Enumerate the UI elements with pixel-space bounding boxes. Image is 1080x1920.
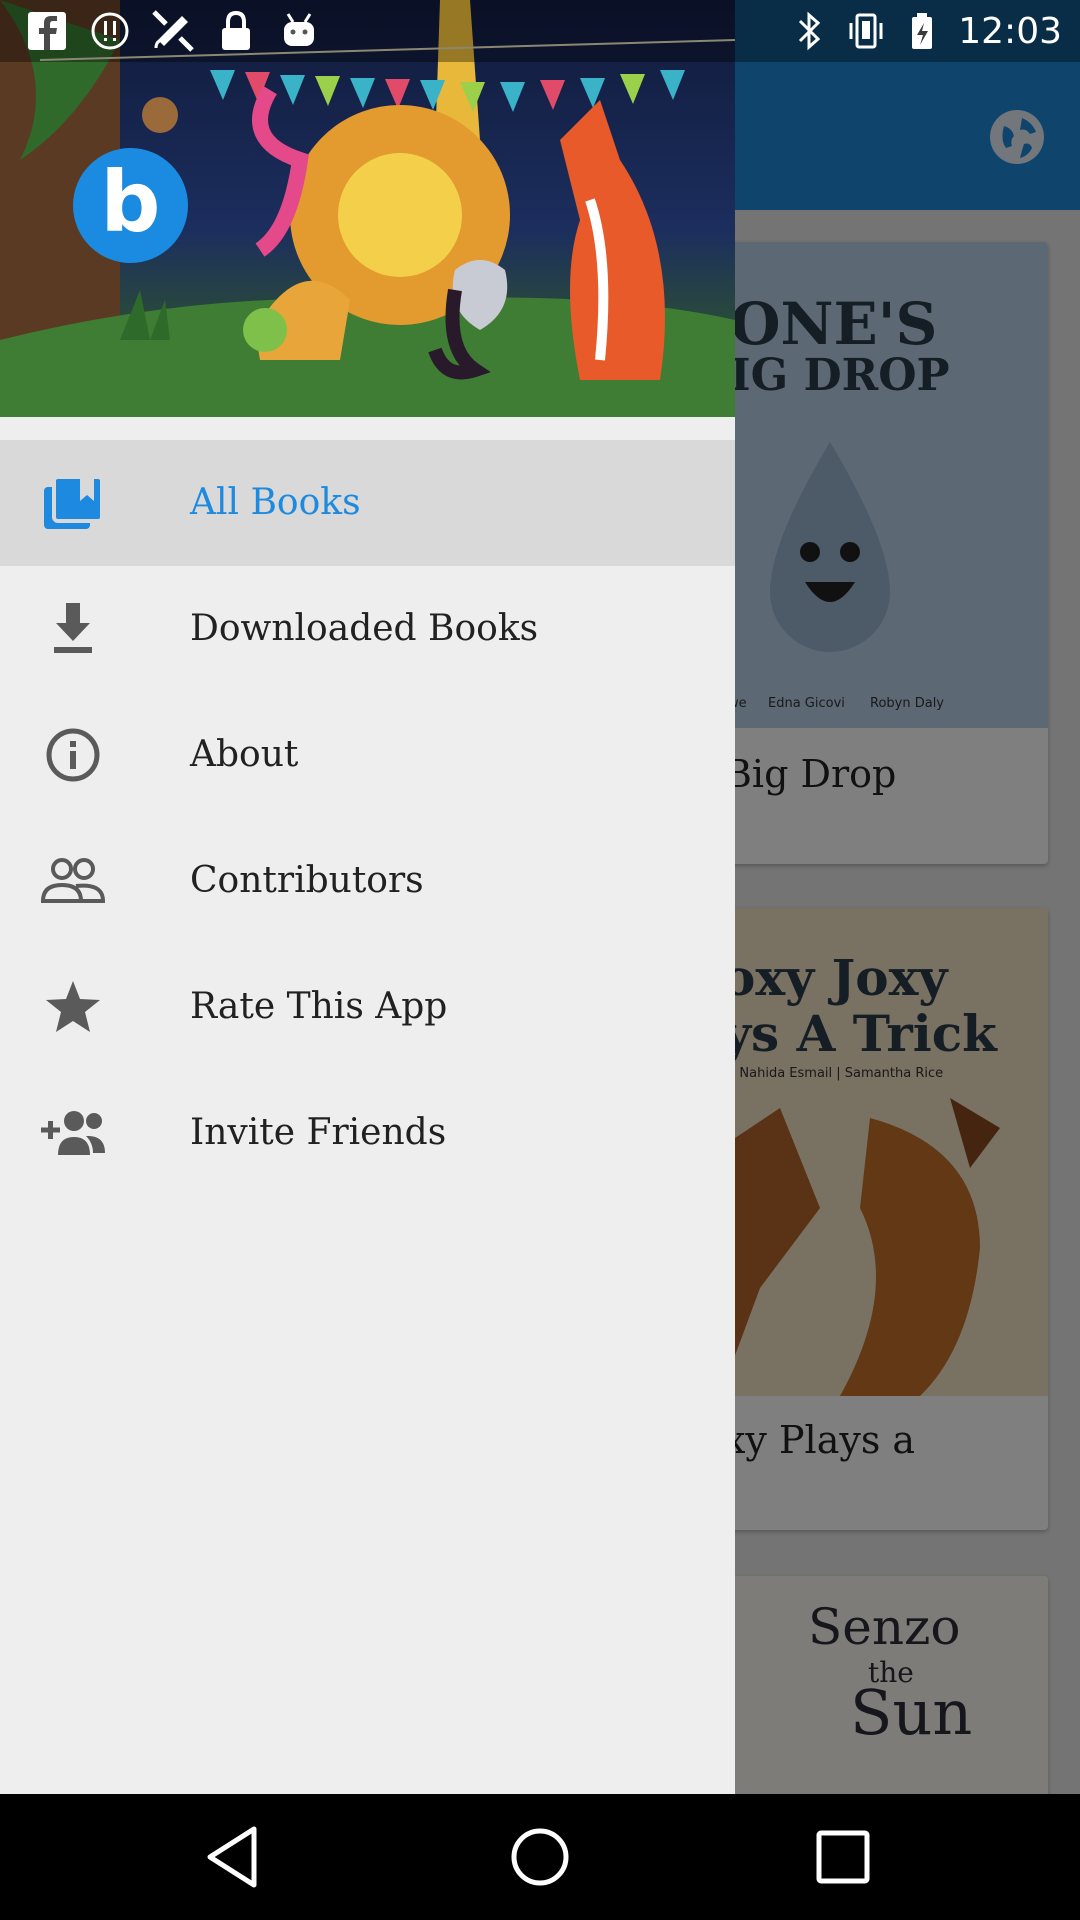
drawer-item-contributors[interactable]: Contributors — [0, 818, 735, 944]
drawer-item-downloaded-books[interactable]: Downloaded Books — [0, 566, 735, 692]
drawer-item-label: All Books — [190, 482, 361, 523]
battery-icon — [912, 13, 933, 49]
app-logo: b — [73, 148, 188, 263]
vibrate-icon — [849, 13, 883, 49]
alert-icon — [91, 12, 129, 50]
people-icon — [40, 853, 106, 909]
group-add-icon — [40, 1105, 106, 1161]
satellite-icon — [152, 10, 194, 52]
library-books-icon — [40, 475, 106, 531]
download-icon — [40, 601, 106, 657]
drawer-item-about[interactable]: About — [0, 692, 735, 818]
status-bar: 12:03 — [0, 0, 1080, 62]
back-icon — [207, 1826, 257, 1888]
facebook-icon — [28, 12, 66, 50]
drawer-item-label: Downloaded Books — [190, 608, 539, 649]
drawer-item-rate-this-app[interactable]: Rate This App — [0, 944, 735, 1070]
bluetooth-icon — [799, 11, 821, 51]
drawer-item-label: Rate This App — [190, 986, 448, 1027]
system-nav-bar — [0, 1794, 1080, 1920]
back-button[interactable] — [196, 1817, 276, 1897]
home-icon — [511, 1828, 569, 1886]
status-time: 12:03 — [958, 10, 1062, 52]
home-button[interactable] — [500, 1817, 580, 1897]
recents-button[interactable] — [803, 1817, 883, 1897]
recents-icon — [816, 1830, 870, 1884]
star-icon — [40, 979, 106, 1035]
drawer-item-label: About — [190, 734, 299, 775]
drawer-item-label: Contributors — [190, 860, 424, 901]
info-icon — [40, 727, 106, 783]
lock-icon — [222, 10, 251, 50]
drawer-header-image: b — [0, 0, 735, 417]
android-icon — [284, 13, 315, 46]
drawer-menu: All Books Downloaded Books About Contrib… — [0, 440, 735, 1196]
drawer-item-label: Invite Friends — [190, 1112, 447, 1153]
drawer-item-invite-friends[interactable]: Invite Friends — [0, 1070, 735, 1196]
navigation-drawer: b All Books Downloaded Books About Contr… — [0, 0, 735, 1794]
drawer-item-all-books[interactable]: All Books — [0, 440, 735, 566]
